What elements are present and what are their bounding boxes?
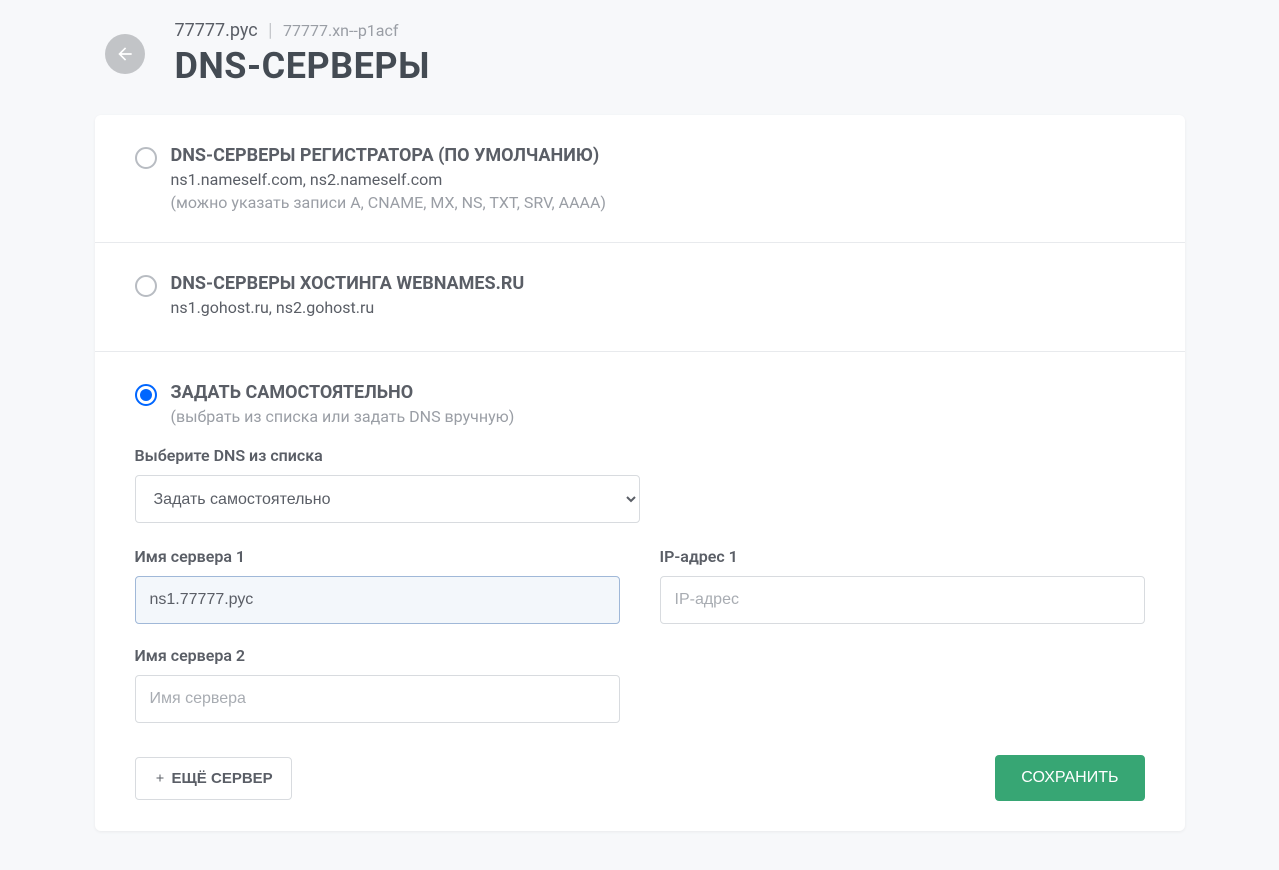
option-custom[interactable]: ЗАДАТЬ САМОСТОЯТЕЛЬНО (выбрать из списка… xyxy=(95,352,1185,436)
back-button[interactable] xyxy=(105,34,145,74)
breadcrumb-separator: | xyxy=(268,20,272,41)
option-registrar-title: DNS-СЕРВЕРЫ РЕГИСТРАТОРА (ПО УМОЛЧАНИЮ) xyxy=(171,145,1145,166)
arrow-left-icon xyxy=(115,44,135,64)
domain-display: 77777.рус xyxy=(175,20,258,41)
server1-input[interactable] xyxy=(135,576,620,624)
server2-label: Имя сервера 2 xyxy=(135,646,620,665)
radio-registrar[interactable] xyxy=(135,147,157,169)
breadcrumb: 77777.рус | 77777.xn--p1acf xyxy=(175,20,1185,41)
domain-punycode: 77777.xn--p1acf xyxy=(283,21,398,40)
radio-custom[interactable] xyxy=(135,384,157,406)
plus-icon xyxy=(154,772,166,784)
option-hosting[interactable]: DNS-СЕРВЕРЫ ХОСТИНГА WEBNAMES.RU ns1.goh… xyxy=(95,243,1185,352)
page-title: DNS-СЕРВЕРЫ xyxy=(175,45,1185,87)
option-registrar[interactable]: DNS-СЕРВЕРЫ РЕГИСТРАТОРА (ПО УМОЛЧАНИЮ) … xyxy=(95,115,1185,243)
add-server-label: ЕЩЁ СЕРВЕР xyxy=(172,770,273,787)
save-button[interactable]: СОХРАНИТЬ xyxy=(995,755,1144,801)
radio-hosting[interactable] xyxy=(135,275,157,297)
ip1-input[interactable] xyxy=(660,576,1145,624)
option-hosting-servers: ns1.gohost.ru, ns2.gohost.ru xyxy=(171,298,1145,317)
option-registrar-note: (можно указать записи A, CNAME, MX, NS, … xyxy=(171,193,1145,212)
ip1-label: IP-адрес 1 xyxy=(660,547,1145,566)
server2-input[interactable] xyxy=(135,675,620,723)
option-registrar-servers: ns1.nameself.com, ns2.nameself.com xyxy=(171,170,1145,189)
add-server-button[interactable]: ЕЩЁ СЕРВЕР xyxy=(135,757,292,800)
server1-label: Имя сервера 1 xyxy=(135,547,620,566)
select-dns-label: Выберите DNS из списка xyxy=(135,446,1145,465)
option-custom-note: (выбрать из списка или задать DNS вручну… xyxy=(171,407,1145,426)
dns-settings-card: DNS-СЕРВЕРЫ РЕГИСТРАТОРА (ПО УМОЛЧАНИЮ) … xyxy=(95,115,1185,831)
select-dns[interactable]: Задать самостоятельно xyxy=(135,475,640,523)
option-custom-title: ЗАДАТЬ САМОСТОЯТЕЛЬНО xyxy=(171,382,1145,403)
option-hosting-title: DNS-СЕРВЕРЫ ХОСТИНГА WEBNAMES.RU xyxy=(171,273,1145,294)
